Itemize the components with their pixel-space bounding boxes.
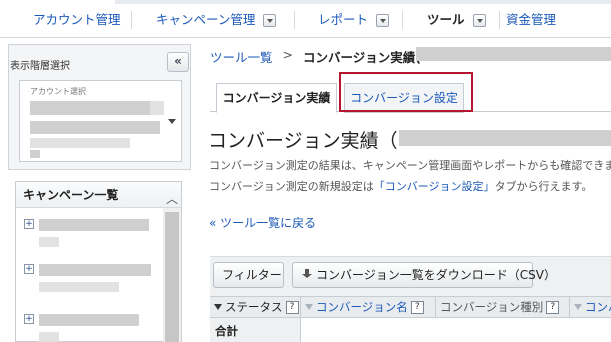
redacted-campaign-name [39, 237, 59, 247]
nav-item-label: ツール [427, 12, 465, 27]
download-label: コンバージョン一覧をダウンロード（CSV） [316, 268, 556, 282]
nav-separator [294, 11, 295, 29]
redacted-campaign-name [39, 332, 59, 342]
description-line-2: コンバージョン測定の新規設定は「コンバージョン設定」タブから行えます。 [209, 178, 592, 194]
nav-item-label: キャンペーン管理 [156, 12, 256, 27]
campaign-list-title: キャンペーン一覧 [23, 188, 119, 202]
redacted-account-name [30, 138, 130, 148]
scrollbar-thumb[interactable] [165, 212, 179, 342]
breadcrumb-tools-link[interactable]: ツール一覧 [210, 47, 273, 66]
redacted-campaign-name [39, 264, 151, 276]
redacted-campaign-name [39, 282, 119, 292]
download-icon [301, 269, 313, 280]
nav-item-account[interactable]: アカウント管理 [33, 9, 121, 31]
column-separator [300, 297, 301, 318]
chevron-down-icon[interactable] [376, 13, 390, 27]
redacted-breadcrumb-text [416, 47, 611, 61]
redacted-account-name [30, 150, 40, 158]
nav-item-campaign[interactable]: キャンペーン管理 [156, 9, 277, 31]
back-to-tools-link[interactable]: « ツール一覧に戻る [209, 214, 316, 231]
nav-item-report[interactable]: レポート [318, 9, 390, 31]
redacted-title-text [399, 130, 611, 146]
sort-icon [305, 304, 313, 310]
description-text: タブから行えます。 [494, 180, 593, 193]
nav-separator [402, 11, 403, 29]
expand-icon[interactable]: + [24, 219, 34, 229]
chevron-down-icon[interactable] [472, 13, 486, 27]
expand-icon[interactable]: + [24, 314, 34, 324]
column-header-label: コンバージョン種別 [440, 300, 544, 314]
sort-icon [214, 304, 222, 310]
column-header-status[interactable]: ステータス ? [214, 299, 299, 315]
redacted-account-name [150, 101, 164, 115]
nav-item-label: 資金管理 [506, 12, 557, 27]
redacted-account-name [30, 101, 150, 115]
chevron-down-icon[interactable] [168, 119, 176, 124]
nav-item-funds[interactable]: 資金管理 [506, 9, 556, 31]
nav-separator [131, 11, 132, 29]
column-header-conversion-type[interactable]: コンバージョン種別 ? [440, 299, 560, 315]
description-text: コンバージョン測定の新規設定は [209, 180, 374, 193]
filter-button[interactable]: フィルター [213, 262, 284, 288]
help-icon[interactable]: ? [285, 300, 299, 314]
breadcrumb-separator: > [282, 47, 293, 62]
description-line-1: コンバージョン測定の結果は、キャンペーン管理画面やレポートからも確認できま [209, 159, 611, 172]
column-separator [569, 297, 570, 318]
redacted-account-name [30, 121, 160, 134]
download-csv-button[interactable]: コンバージョン一覧をダウンロード（CSV） [292, 262, 556, 288]
breadcrumb: ツール一覧 > コンバージョン実績( [210, 47, 421, 66]
redacted-campaign-name [39, 219, 149, 231]
total-label: 合計 [215, 324, 238, 338]
column-header-label: コンバージョン名 [316, 300, 408, 314]
conversion-settings-link[interactable]: 「コンバージョン設定」 [374, 180, 495, 193]
page-title: コンバージョン実績（ [208, 130, 398, 152]
column-header-label: ステータス [225, 300, 283, 314]
highlight-box [339, 72, 473, 112]
redacted-campaign-name [39, 314, 139, 326]
chevron-down-icon[interactable] [263, 13, 277, 27]
collapse-sidebar-button[interactable]: « [167, 52, 189, 72]
help-icon[interactable]: ? [410, 300, 424, 314]
help-icon[interactable]: ? [546, 300, 560, 314]
top-strip-active [0, 0, 115, 4]
nav-separator [499, 11, 500, 29]
tab-conversion-results[interactable]: コンバージョン実績 [216, 83, 337, 113]
nav-item-tools[interactable]: ツール [427, 9, 486, 31]
column-separator [435, 297, 436, 318]
nav-item-label: レポート [318, 12, 369, 27]
breadcrumb-current: コンバージョン実績( [303, 50, 421, 65]
scroll-up-icon[interactable]: ︿ [163, 190, 181, 208]
column-header-more[interactable]: コンバ [574, 299, 611, 315]
hierarchy-title: 表示階層選択 [10, 61, 70, 72]
column-header-conversion-name[interactable]: コンバージョン名 ? [305, 299, 424, 315]
expand-icon[interactable]: + [24, 264, 34, 274]
column-header-label: コンバ [585, 300, 611, 314]
nav-item-label: アカウント管理 [33, 12, 121, 27]
sort-icon [574, 304, 582, 310]
account-label: アカウント選択 [30, 87, 86, 96]
